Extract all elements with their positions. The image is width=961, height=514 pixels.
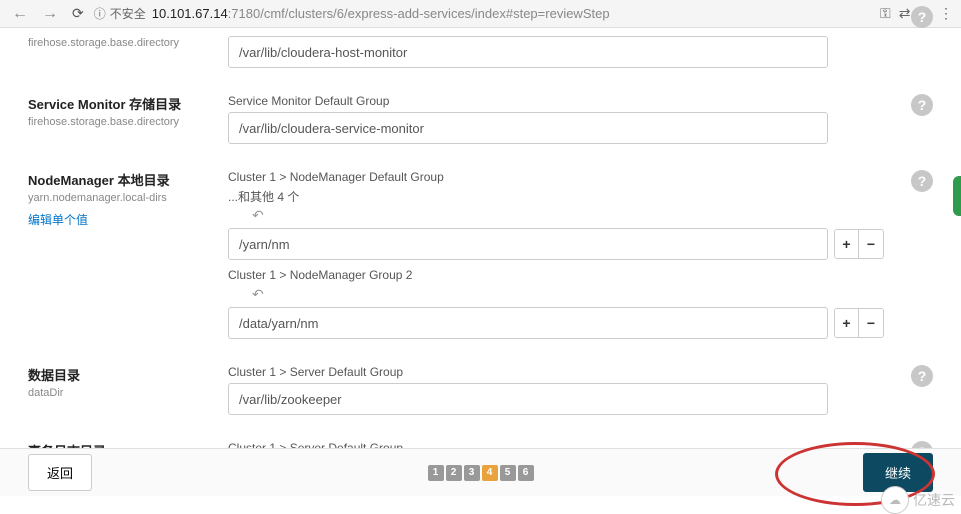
help-icon[interactable]: ? xyxy=(911,94,933,116)
config-row-hostmonitor: firehose.storage.base.directory xyxy=(28,36,933,76)
help-icon[interactable]: ? xyxy=(911,365,933,387)
wizard-footer: 返回 123456 继续 xyxy=(0,448,961,496)
undo-icon[interactable]: ↶ xyxy=(252,207,933,224)
step-3[interactable]: 3 xyxy=(464,465,480,481)
config-row-datadir: 数据目录 dataDir ? Cluster 1 > Server Defaul… xyxy=(28,365,933,423)
nodemgr-dir-input-2[interactable] xyxy=(228,307,828,339)
feedback-tab[interactable] xyxy=(953,176,961,216)
group-label: Cluster 1 > NodeManager Default Group xyxy=(228,170,933,184)
config-key: firehose.storage.base.directory xyxy=(28,115,216,129)
config-title: Service Monitor 存储目录 xyxy=(28,94,216,113)
step-1[interactable]: 1 xyxy=(428,465,444,481)
group-label: Cluster 1 > NodeManager Group 2 xyxy=(228,268,933,282)
config-key: firehose.storage.base.directory xyxy=(28,36,216,50)
svcmon-dir-input[interactable] xyxy=(228,112,828,144)
config-title: NodeManager 本地目录 xyxy=(28,170,216,189)
key-icon[interactable]: ⚿ xyxy=(880,5,891,22)
step-6[interactable]: 6 xyxy=(518,465,534,481)
help-icon[interactable]: ? xyxy=(911,170,933,192)
config-title: 事务日志目录 xyxy=(28,441,216,448)
nav-forward-icon[interactable]: → xyxy=(38,5,62,23)
nodemgr-dir-input-1[interactable] xyxy=(228,228,828,260)
cloud-icon: ☁ xyxy=(881,486,909,514)
remove-button[interactable]: − xyxy=(859,230,883,258)
security-warning: ⓘ 不安全 xyxy=(94,5,146,22)
config-key: dataDir xyxy=(28,386,216,400)
main-content: ? firehose.storage.base.directory Servic… xyxy=(0,28,961,448)
watermark: ☁ 亿速云 xyxy=(881,486,955,514)
datadir-input[interactable] xyxy=(228,383,828,415)
step-5[interactable]: 5 xyxy=(500,465,516,481)
translate-icon[interactable]: ⇄ xyxy=(899,5,911,22)
group-label: Service Monitor Default Group xyxy=(228,94,933,108)
browser-bar: ← → ⟳ ⓘ 不安全 10.101.67.14:7180/cmf/cluste… xyxy=(0,0,961,28)
hostmon-dir-input[interactable] xyxy=(228,36,828,68)
config-row-nodemanager: NodeManager 本地目录 yarn.nodemanager.local-… xyxy=(28,170,933,347)
config-key: yarn.nodemanager.local-dirs xyxy=(28,191,216,205)
add-button[interactable]: + xyxy=(835,309,859,337)
add-remove-group: + − xyxy=(834,229,884,259)
nav-back-icon[interactable]: ← xyxy=(8,5,32,23)
group-label: Cluster 1 > Server Default Group xyxy=(228,441,933,448)
undo-icon[interactable]: ↶ xyxy=(252,286,933,303)
add-remove-group: + − xyxy=(834,308,884,338)
edit-individual-link[interactable]: 编辑单个值 xyxy=(28,211,88,228)
config-title: 数据目录 xyxy=(28,365,216,384)
config-row-txlogdir: 事务日志目录 dataLogDir ? Cluster 1 > Server D… xyxy=(28,441,933,448)
back-button[interactable]: 返回 xyxy=(28,454,92,491)
remove-button[interactable]: − xyxy=(859,309,883,337)
address-bar[interactable]: 10.101.67.14:7180/cmf/clusters/6/express… xyxy=(152,6,610,21)
group-label: Cluster 1 > Server Default Group xyxy=(228,365,933,379)
config-row-servicemonitor: Service Monitor 存储目录 firehose.storage.ba… xyxy=(28,94,933,152)
info-icon: ⓘ xyxy=(94,5,106,22)
menu-icon[interactable]: ⋮ xyxy=(939,5,953,22)
step-2[interactable]: 2 xyxy=(446,465,462,481)
others-count: ...和其他 4 个 xyxy=(228,188,933,205)
step-4[interactable]: 4 xyxy=(482,465,498,481)
refresh-icon[interactable]: ⟳ xyxy=(68,5,88,22)
add-button[interactable]: + xyxy=(835,230,859,258)
step-indicator: 123456 xyxy=(428,465,534,481)
